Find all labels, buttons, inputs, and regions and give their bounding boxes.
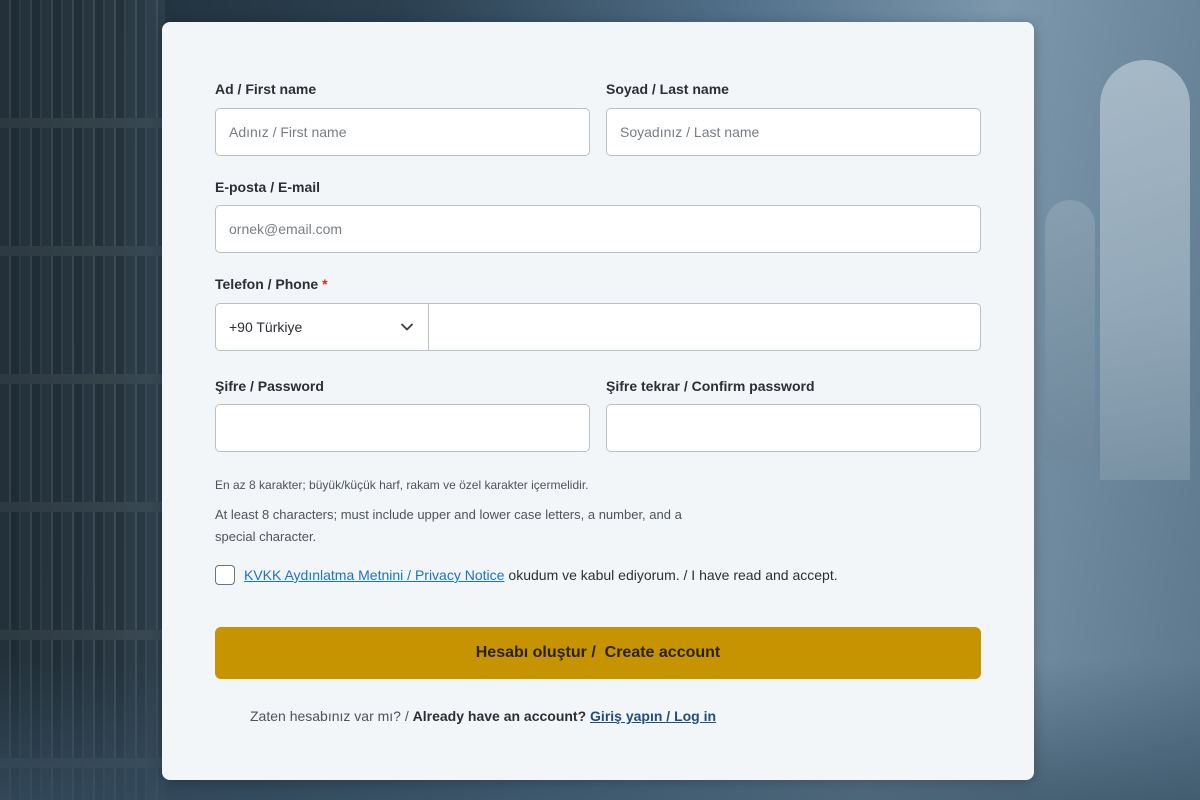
chevron-down-icon <box>401 323 413 331</box>
last-name-label: Soyad / Last name <box>606 81 729 97</box>
create-account-button[interactable]: Hesabı oluştur / Create account <box>215 627 981 679</box>
background-window <box>1100 60 1190 480</box>
email-label: E-posta / E-mail <box>215 179 321 195</box>
first-name-label: Ad / First name <box>215 81 317 97</box>
country-code-select[interactable]: +90 Türkiye <box>216 304 429 350</box>
phone-number-input[interactable] <box>429 304 980 350</box>
required-asterisk: * <box>322 276 328 292</box>
privacy-notice-link[interactable]: KVKK Aydınlatma Metnini / Privacy Notice <box>244 567 504 583</box>
phone-field-group: +90 Türkiye <box>215 303 981 351</box>
password-label: Şifre / Password <box>215 378 324 394</box>
background-window-small <box>1045 200 1095 460</box>
phone-label-text: Telefon / Phone <box>215 276 319 292</box>
login-link[interactable]: Giriş yapın / Log in <box>590 708 716 724</box>
phone-label: Telefon / Phone * <box>215 276 328 292</box>
email-input[interactable] <box>215 205 981 253</box>
login-prompt-row: Zaten hesabınız var mı? / Already have a… <box>250 708 716 724</box>
password-input[interactable] <box>215 404 590 452</box>
consent-text: okudum ve kabul ediyorum. / I have read … <box>508 567 838 583</box>
confirm-password-label: Şifre tekrar / Confirm password <box>606 378 815 394</box>
login-prompt-text-en: Already have an account? <box>412 708 587 724</box>
login-prompt-text: Zaten hesabınız var mı? / <box>250 708 409 724</box>
password-hint-tr: En az 8 karakter; büyük/küçük harf, raka… <box>215 478 589 492</box>
privacy-consent-checkbox[interactable] <box>215 565 235 585</box>
confirm-password-input[interactable] <box>606 404 981 452</box>
registration-card: Ad / First name Soyad / Last name E-post… <box>162 22 1034 780</box>
last-name-input[interactable] <box>606 108 981 156</box>
first-name-input[interactable] <box>215 108 590 156</box>
country-code-value: +90 Türkiye <box>229 319 303 335</box>
privacy-consent-row: KVKK Aydınlatma Metnini / Privacy Notice… <box>215 565 838 585</box>
password-hint-en: At least 8 characters; must include uppe… <box>215 507 682 544</box>
